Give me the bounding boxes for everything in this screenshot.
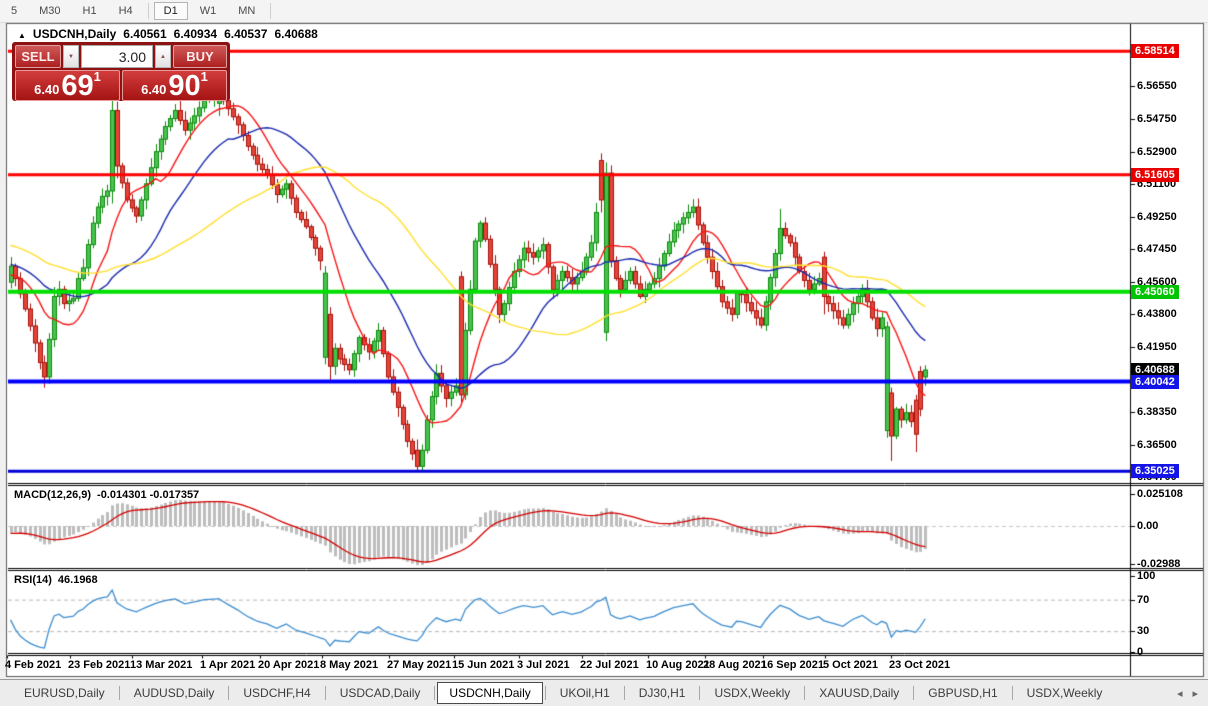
date-tick-label: 20 Apr 2021 (258, 659, 320, 671)
ohlc-open: 6.40561 (123, 27, 167, 41)
price-tick-label: 6.41950 (1137, 341, 1177, 354)
tab-scroll-left-icon[interactable]: ◂ (1177, 687, 1183, 700)
chart-tab-usdcnh-daily[interactable]: USDCNH,Daily (437, 682, 543, 704)
tab-separator (699, 686, 701, 700)
tab-separator (1011, 686, 1013, 700)
price-tick-label: 6.47450 (1137, 243, 1177, 256)
price-badge: 6.51605 (1131, 167, 1179, 182)
macd-axis-label: 0.00 (1137, 520, 1159, 532)
chart-tab-usdx-weekly[interactable]: USDX,Weekly (1015, 682, 1115, 704)
date-tick-label: 5 Oct 2021 (823, 659, 879, 671)
rsi-indicator-label: RSI(14) 46.1968 (14, 574, 98, 586)
price-badge: 6.45060 (1131, 284, 1179, 299)
price-tick-label: 6.36500 (1137, 438, 1177, 451)
chart-canvas[interactable] (0, 0, 1208, 706)
macd-label-text: MACD(12,26,9) (14, 489, 92, 501)
sell-price-sup: 1 (93, 69, 101, 84)
date-tick-label: 3 Jul 2021 (517, 659, 570, 671)
chart-tab-usdcad-daily[interactable]: USDCAD,Daily (328, 682, 433, 704)
sell-price-main: 69 (61, 70, 94, 102)
volume-increase-button[interactable]: ▲ (155, 45, 171, 68)
chart-tab-ukoil-h1[interactable]: UKOil,H1 (548, 682, 622, 704)
price-tick-label: 6.49250 (1137, 210, 1177, 223)
ohlc-close: 6.40688 (274, 27, 318, 41)
tab-separator (324, 686, 326, 700)
chart-tabs: EURUSD,Daily AUDUSD,Daily USDCHF,H4 USDCAD,… (12, 682, 1114, 704)
collapse-arrow-icon[interactable]: ▲ (18, 31, 26, 40)
rsi-label-text: RSI(14) (14, 574, 52, 586)
sell-button[interactable]: SELL (15, 45, 61, 68)
sell-price-box[interactable]: 6.40 69 1 (15, 70, 120, 101)
volume-input[interactable] (81, 45, 153, 68)
tab-separator (913, 686, 915, 700)
tab-scroll-buttons: ◂ ▸ (1177, 687, 1208, 700)
trade-prices-row: 6.40 69 1 6.40 90 1 (15, 70, 227, 101)
chart-tab-bar: EURUSD,Daily AUDUSD,Daily USDCHF,H4 USDCAD,… (0, 679, 1208, 706)
rsi-axis-label: 70 (1137, 593, 1150, 606)
macd-indicator-label: MACD(12,26,9) -0.014301 -0.017357 (14, 489, 199, 501)
chart-tab-usdchf-h4[interactable]: USDCHF,H4 (231, 682, 322, 704)
date-tick-label: 16 Sep 2021 (761, 659, 824, 671)
date-tick-label: 13 Mar 2021 (130, 659, 193, 671)
price-tick-label: 6.43800 (1137, 308, 1177, 321)
chart-tab-audusd-daily[interactable]: AUDUSD,Daily (122, 682, 227, 704)
date-tick-label: 28 Aug 2021 (703, 659, 767, 671)
date-tick-label: 4 Feb 2021 (5, 659, 62, 671)
tab-separator (118, 686, 120, 700)
macd-axis-label: 0.025108 (1137, 488, 1183, 500)
trading-terminal: 5M30H1H4D1W1MN ▲ USDCNH,Daily 6.40561 6.… (0, 0, 1208, 706)
chart-tab-gbpusd-h1[interactable]: GBPUSD,H1 (916, 682, 1009, 704)
tab-scroll-right-icon[interactable]: ▸ (1192, 687, 1198, 700)
chart-title-bar: ▲ USDCNH,Daily 6.40561 6.40934 6.40537 6… (18, 27, 318, 41)
tab-separator (804, 686, 806, 700)
rsi-value-text: 46.1968 (57, 574, 98, 586)
sell-price-prefix: 6.40 (34, 82, 60, 97)
price-badge: 6.40042 (1131, 374, 1179, 389)
triangle-down-icon: ▼ (68, 53, 74, 60)
price-badge: 6.35025 (1131, 464, 1179, 479)
one-click-trading-panel: SELL ▼ ▲ BUY 6.40691 6.40901 (12, 42, 230, 101)
buy-button[interactable]: BUY (173, 45, 227, 68)
buy-price-main: 90 (168, 70, 201, 102)
tab-separator (623, 686, 625, 700)
ohlc-low: 6.40537 (224, 27, 268, 41)
price-tick-label: 6.56550 (1137, 80, 1177, 93)
chart-tab-dj30-h1[interactable]: DJ30,H1 (627, 682, 698, 704)
date-tick-label: 22 Jul 2021 (580, 659, 639, 671)
volume-decrease-button[interactable]: ▼ (63, 45, 79, 68)
trade-controls-row: SELL ▼ ▲ BUY (15, 45, 227, 68)
tab-separator (544, 686, 546, 700)
price-tick-label: 6.54750 (1137, 112, 1177, 125)
rsi-axis-label: 30 (1137, 625, 1150, 638)
chart-tab-usdx-weekly[interactable]: USDX,Weekly (702, 682, 802, 704)
chart-symbol-title: USDCNH,Daily (32, 27, 117, 41)
price-tick-label: 6.38350 (1137, 405, 1177, 418)
tab-separator (228, 686, 230, 700)
date-tick-label: 15 Jun 2021 (452, 659, 515, 671)
price-badge: 6.58514 (1131, 44, 1179, 59)
tab-separator (434, 686, 436, 700)
rsi-axis-label: 100 (1137, 570, 1156, 582)
date-tick-label: 27 May 2021 (387, 659, 452, 671)
date-tick-label: 1 Apr 2021 (200, 659, 256, 671)
price-tick-label: 6.52900 (1137, 145, 1177, 158)
macd-values-text: -0.014301 -0.017357 (97, 489, 200, 501)
buy-price-prefix: 6.40 (141, 82, 167, 97)
chart-tab-eurusd-daily[interactable]: EURUSD,Daily (12, 682, 117, 704)
date-tick-label: 10 Aug 2021 (646, 659, 710, 671)
ohlc-high: 6.40934 (173, 27, 218, 41)
buy-price-box[interactable]: 6.40 90 1 (122, 70, 227, 101)
date-tick-label: 23 Oct 2021 (889, 659, 951, 671)
chart-tab-xauusd-daily[interactable]: XAUUSD,Daily (807, 682, 911, 704)
rsi-axis-label: 0 (1137, 646, 1144, 658)
buy-price-sup: 1 (200, 69, 208, 84)
date-tick-label: 8 May 2021 (320, 659, 379, 671)
date-tick-label: 23 Feb 2021 (68, 659, 131, 671)
triangle-up-icon: ▲ (160, 53, 166, 60)
